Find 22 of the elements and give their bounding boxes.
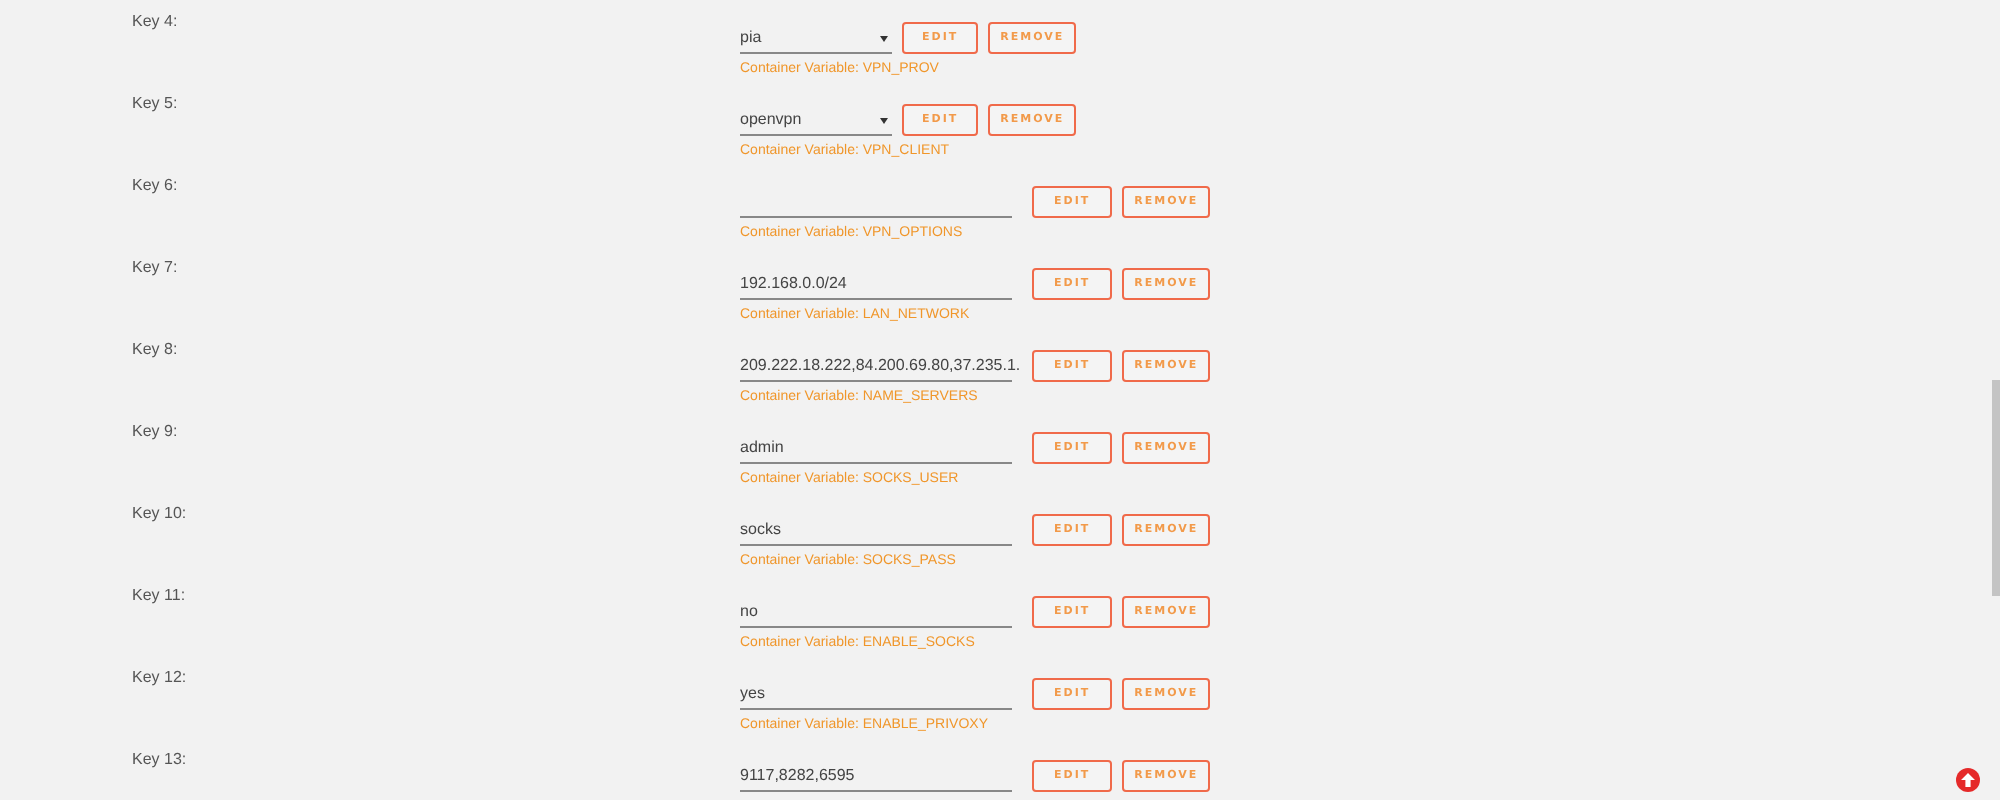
key-label: Key 8: (132, 338, 180, 362)
key-label: Key 6: (132, 174, 180, 198)
key-label: Key 9: (132, 420, 180, 444)
key-label: Key 7: (132, 256, 180, 280)
caret-icon (880, 117, 888, 123)
text-field[interactable]: 192.168.0.0/24 (740, 269, 1012, 299)
key-label: Key 12: (132, 666, 189, 690)
key-label: Key 4: (132, 10, 180, 34)
scrollbar-thumb[interactable] (1992, 380, 2000, 596)
caret-icon (880, 35, 888, 41)
text-field[interactable]: socks (740, 515, 1012, 545)
key-label: Key 5: (132, 92, 180, 116)
text-field[interactable]: no (740, 597, 1012, 627)
text-field[interactable]: yes (740, 679, 1012, 709)
text-field[interactable]: admin (740, 433, 1012, 463)
key-label: Key 13: (132, 748, 189, 772)
key-label: Key 10: (132, 502, 189, 526)
text-field[interactable]: 9117,8282,6595 (740, 761, 1012, 791)
scroll-up-icon[interactable] (1956, 768, 1980, 792)
select-field[interactable]: pia (740, 23, 892, 53)
select-field[interactable]: openvpn (740, 105, 892, 135)
key-label: Key 11: (132, 584, 188, 608)
